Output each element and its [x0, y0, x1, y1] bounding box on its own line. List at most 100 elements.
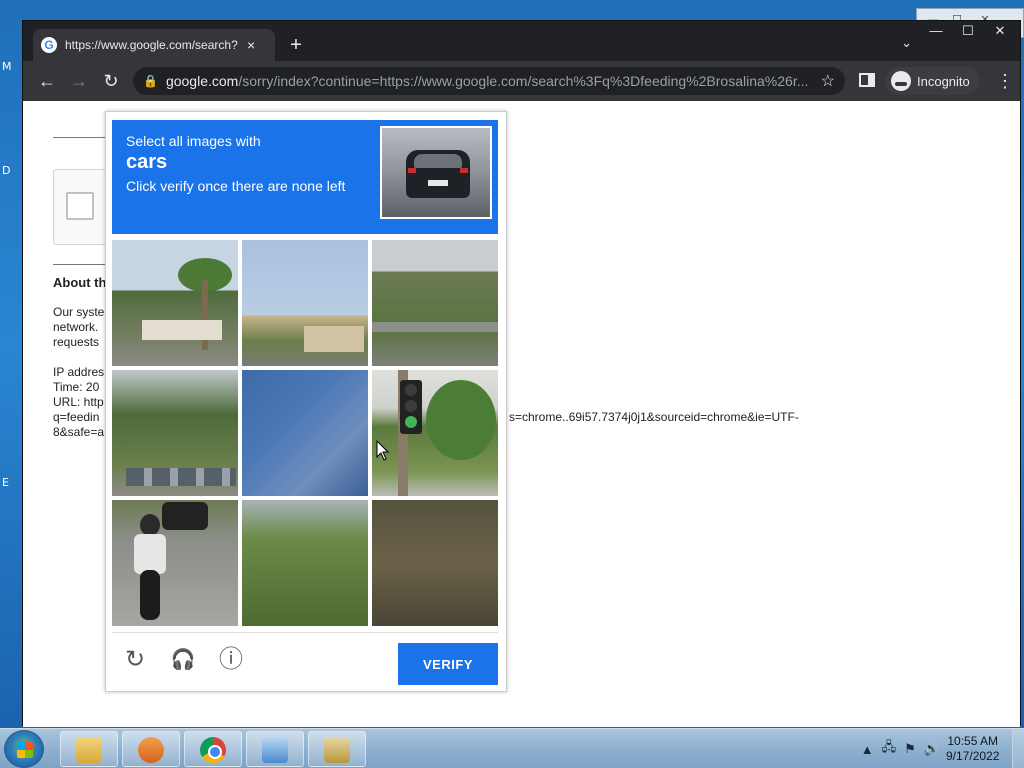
instruction-text: Select all images with: [126, 133, 261, 149]
url-text[interactable]: google.com/sorry/index?continue=https://…: [166, 73, 815, 89]
maximize-button[interactable]: ☐: [952, 21, 984, 41]
taskbar-tool[interactable]: [308, 731, 366, 767]
url-tail-text: s=chrome..69i57.7374j0j1&sourceid=chrome…: [509, 410, 799, 424]
challenge-footer: ↻ 🎧 ⓘ VERIFY: [112, 632, 498, 688]
incognito-label: Incognito: [917, 73, 970, 89]
about-heading: About th: [53, 275, 107, 290]
forward-button[interactable]: →: [67, 69, 91, 93]
info-icon[interactable]: ⓘ: [216, 645, 246, 675]
reload-challenge-icon[interactable]: ↻: [120, 645, 150, 675]
new-tab-button[interactable]: +: [285, 33, 307, 57]
audio-challenge-icon[interactable]: 🎧: [168, 645, 198, 675]
url-path: /sorry/index?continue=https://www.google…: [238, 73, 809, 89]
desktop-icon-label: D: [2, 164, 11, 177]
page-line: network.: [53, 320, 99, 334]
tail-light: [408, 168, 416, 173]
control-panel-icon: [262, 737, 288, 763]
incognito-badge[interactable]: Incognito: [885, 67, 980, 95]
instruction-subtext: Click verify once there are none left: [126, 178, 346, 194]
image-tile-6[interactable]: [372, 370, 498, 496]
image-tile-2[interactable]: [242, 240, 368, 366]
taskbar-control-panel[interactable]: [246, 731, 304, 767]
tree-shape: [426, 380, 496, 460]
verify-button[interactable]: VERIFY: [398, 643, 498, 685]
building-shape: [304, 326, 364, 352]
image-tile-3[interactable]: [372, 240, 498, 366]
back-button[interactable]: ←: [35, 69, 59, 93]
image-grid: [112, 240, 498, 626]
system-tray: ▲ 🖧 ⚑ 🔊: [853, 729, 940, 768]
url-host: google.com: [165, 73, 239, 89]
bookmark-star-icon[interactable]: ☆: [821, 71, 835, 91]
page-line: Time: 20: [53, 380, 100, 394]
desktop-icon-label: M: [2, 60, 12, 73]
image-tile-1[interactable]: [112, 240, 238, 366]
taskbar-explorer[interactable]: [60, 731, 118, 767]
incognito-icon: [891, 71, 911, 91]
page-line: 8&safe=a: [53, 425, 105, 439]
tail-light: [460, 168, 468, 173]
divider: [53, 137, 113, 138]
page-line: Our syste: [53, 305, 105, 319]
recaptcha-challenge: Select all images with cars Click verify…: [105, 111, 507, 692]
page-viewport: About th Our syste network. requests IP …: [23, 101, 1020, 727]
traffic-light-lamp: [405, 416, 417, 428]
traffic-light-lamp: [405, 400, 417, 412]
guardrail-shape: [372, 322, 498, 332]
taskbar-chrome[interactable]: [184, 731, 242, 767]
divider: [53, 264, 113, 265]
close-window-button[interactable]: ✕: [984, 21, 1016, 41]
mouse-cursor-icon: [376, 440, 390, 461]
clock-time: 10:55 AM: [947, 734, 999, 748]
rider-helmet: [140, 514, 160, 536]
chrome-icon: [200, 737, 226, 763]
address-bar[interactable]: 🔒 google.com/sorry/index?continue=https:…: [133, 67, 845, 95]
browser-toolbar: ← → ↻ 🔒 google.com/sorry/index?continue=…: [23, 61, 1020, 101]
image-tile-8[interactable]: [242, 500, 368, 626]
recaptcha-checkbox[interactable]: [66, 192, 94, 220]
rider-body: [134, 534, 166, 574]
image-tile-4[interactable]: [112, 370, 238, 496]
desktop-icon-label: E: [2, 476, 9, 489]
minimize-button[interactable]: —: [920, 21, 952, 41]
browser-menu-icon[interactable]: ⋮: [996, 69, 1014, 93]
taskbar: ▲ 🖧 ⚑ 🔊 10:55 AM 9/17/2022: [0, 728, 1024, 768]
reload-button[interactable]: ↻: [99, 69, 123, 93]
window-controls: — ☐ ✕: [920, 21, 1016, 43]
browser-tab[interactable]: G https://www.google.com/search? ×: [33, 29, 275, 61]
parked-cars-shape: [126, 468, 236, 486]
target-object-text: cars: [126, 151, 168, 173]
volume-icon[interactable]: 🔊: [924, 741, 940, 757]
motorcycle-shape: [140, 570, 160, 620]
image-tile-7[interactable]: [112, 500, 238, 626]
network-icon[interactable]: 🖧: [882, 738, 897, 760]
show-desktop-button[interactable]: [1012, 729, 1024, 768]
page-line: IP addres: [53, 365, 105, 379]
recaptcha-checkbox-card: [53, 169, 113, 245]
system-clock[interactable]: 10:55 AM 9/17/2022: [946, 734, 999, 764]
image-tile-9[interactable]: [372, 500, 498, 626]
lock-icon[interactable]: 🔒: [143, 74, 158, 88]
house-shape: [142, 320, 222, 340]
taskbar-media-player[interactable]: [122, 731, 180, 767]
tray-expand-icon[interactable]: ▲: [861, 742, 874, 757]
traffic-light-lamp: [405, 384, 417, 396]
browser-window: — ☐ ✕ G https://www.google.com/search? ×…: [22, 20, 1021, 727]
tab-search-chevron-icon[interactable]: ⌄: [901, 35, 912, 51]
car-shape: [162, 502, 208, 530]
car-window-shape: [414, 154, 462, 168]
page-line: URL: http: [53, 395, 104, 409]
sample-image: [380, 126, 492, 219]
media-player-icon: [138, 737, 164, 763]
image-tile-5[interactable]: [242, 370, 368, 496]
folder-icon: [76, 737, 102, 763]
start-button[interactable]: [4, 730, 44, 768]
close-tab-icon[interactable]: ×: [247, 37, 255, 53]
tab-title: https://www.google.com/search?: [65, 38, 238, 52]
side-panel-icon[interactable]: [859, 73, 875, 87]
challenge-header: Select all images with cars Click verify…: [112, 120, 498, 234]
google-favicon-icon: G: [41, 37, 57, 53]
license-plate: [428, 180, 448, 186]
action-center-flag-icon[interactable]: ⚑: [904, 741, 916, 757]
page-line: q=feedin: [53, 410, 100, 424]
